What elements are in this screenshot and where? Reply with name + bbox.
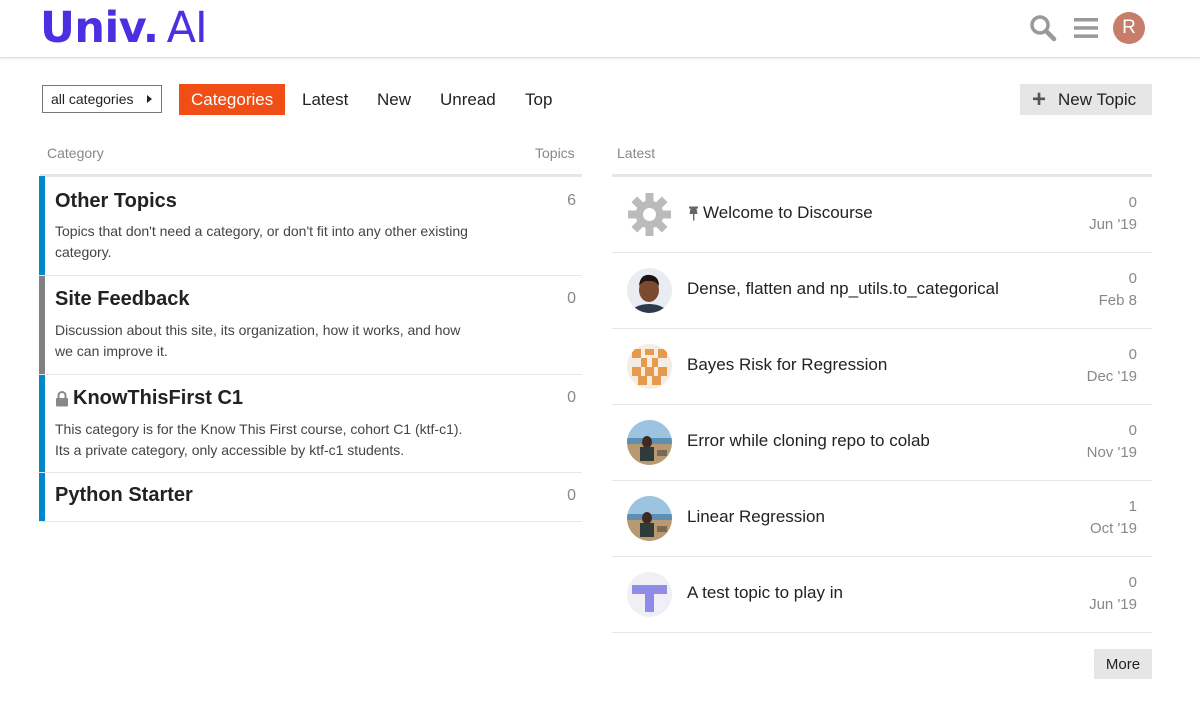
topic-date: Nov '19 (1086, 444, 1137, 461)
category-title[interactable]: Python Starter (55, 484, 193, 507)
user-avatar[interactable]: R (1113, 12, 1145, 44)
beach-photo-avatar[interactable] (627, 420, 672, 465)
lock-icon (56, 390, 68, 406)
topic-date: Oct '19 (1089, 520, 1137, 537)
tab-new[interactable]: New (377, 84, 411, 115)
category-topic-count: 0 (567, 487, 576, 504)
topic-date: Jun '19 (1089, 216, 1137, 233)
tab-unread[interactable]: Unread (440, 84, 496, 115)
topic-row[interactable]: Bayes Risk for Regression 0 Dec '19 (612, 329, 1152, 405)
logo-text-strong: Univ. (40, 3, 159, 53)
hamburger-menu-icon[interactable] (1070, 12, 1102, 44)
topic-row[interactable]: Dense, flatten and np_utils.to_categoric… (612, 253, 1152, 329)
category-color-bar (39, 276, 45, 374)
all-categories-dropdown[interactable]: all categories (42, 85, 162, 113)
gear-icon (627, 192, 672, 237)
topic-reply-count: 0 (1128, 346, 1137, 363)
topic-date: Feb 8 (1098, 292, 1137, 309)
new-topic-button[interactable]: + New Topic (1020, 84, 1152, 115)
latest-column-header: Latest (617, 145, 656, 161)
topic-row[interactable]: A test topic to play in 0 Jun '19 (612, 557, 1152, 633)
beach-photo-avatar[interactable] (627, 496, 672, 541)
purple-t-avatar[interactable] (627, 572, 672, 617)
topic-row[interactable]: Welcome to Discourse 0 Jun '19 (612, 177, 1152, 253)
orange-pattern-avatar[interactable] (627, 344, 672, 389)
category-description: This category is for the Know This First… (55, 421, 463, 458)
plus-icon: + (1032, 85, 1047, 113)
category-color-bar (39, 176, 45, 275)
topic-reply-count: 0 (1128, 270, 1137, 287)
new-topic-label: New Topic (1058, 89, 1137, 109)
category-title[interactable]: Other Topics (55, 190, 177, 213)
topic-reply-count: 0 (1128, 422, 1137, 439)
topic-title[interactable]: Bayes Risk for Regression (687, 355, 887, 375)
more-button[interactable]: More (1094, 649, 1152, 679)
user-avatar-photo[interactable] (627, 268, 672, 313)
category-description: Topics that don't need a category, or do… (55, 223, 468, 260)
topic-title: Welcome to Discourse (703, 203, 873, 222)
category-topic-count: 0 (567, 389, 576, 406)
category-dropdown-label: all categories (51, 91, 134, 107)
topic-reply-count: 0 (1128, 574, 1137, 591)
topic-row[interactable]: Error while cloning repo to colab 0 Nov … (612, 405, 1152, 481)
search-icon[interactable] (1027, 12, 1059, 44)
topic-reply-count: 0 (1128, 194, 1137, 211)
category-column-header: Category (47, 145, 104, 161)
topic-date: Jun '19 (1089, 596, 1137, 613)
category-title: KnowThisFirst C1 (73, 387, 244, 409)
category-row[interactable]: Site Feedback Discussion about this site… (39, 276, 582, 375)
tab-top[interactable]: Top (525, 84, 552, 115)
topic-title[interactable]: Dense, flatten and np_utils.to_categoric… (687, 279, 999, 299)
category-row[interactable]: Other Topics Topics that don't need a ca… (39, 176, 582, 276)
category-row[interactable]: Python Starter 0 (39, 473, 582, 522)
topic-reply-count: 1 (1128, 498, 1137, 515)
topic-title[interactable]: Linear Regression (687, 507, 825, 527)
topics-column-header: Topics (535, 145, 575, 161)
topic-row[interactable]: Linear Regression 1 Oct '19 (612, 481, 1152, 557)
topic-date: Dec '19 (1086, 368, 1137, 385)
topic-title[interactable]: Error while cloning repo to colab (687, 431, 930, 451)
tab-categories[interactable]: Categories (179, 84, 286, 115)
category-title-wrapper[interactable]: KnowThisFirst C1 (55, 387, 243, 410)
pin-icon (689, 206, 698, 220)
univ-ai-logo[interactable]: Univ. AI (40, 2, 208, 54)
category-topic-count: 0 (567, 290, 576, 307)
tab-latest[interactable]: Latest (302, 84, 348, 115)
category-title[interactable]: Site Feedback (55, 288, 190, 311)
category-description: Discussion about this site, its organiza… (55, 322, 461, 359)
category-color-bar (39, 375, 45, 472)
topic-title-wrapper[interactable]: Welcome to Discourse (687, 203, 873, 223)
topic-title[interactable]: A test topic to play in (687, 583, 843, 603)
category-row[interactable]: KnowThisFirst C1 This category is for th… (39, 375, 582, 473)
category-color-bar (39, 473, 45, 521)
logo-text-light: AI (166, 3, 208, 53)
category-topic-count: 6 (567, 192, 576, 209)
site-header: Univ. AI R (0, 0, 1200, 58)
caret-right-icon (147, 95, 152, 103)
